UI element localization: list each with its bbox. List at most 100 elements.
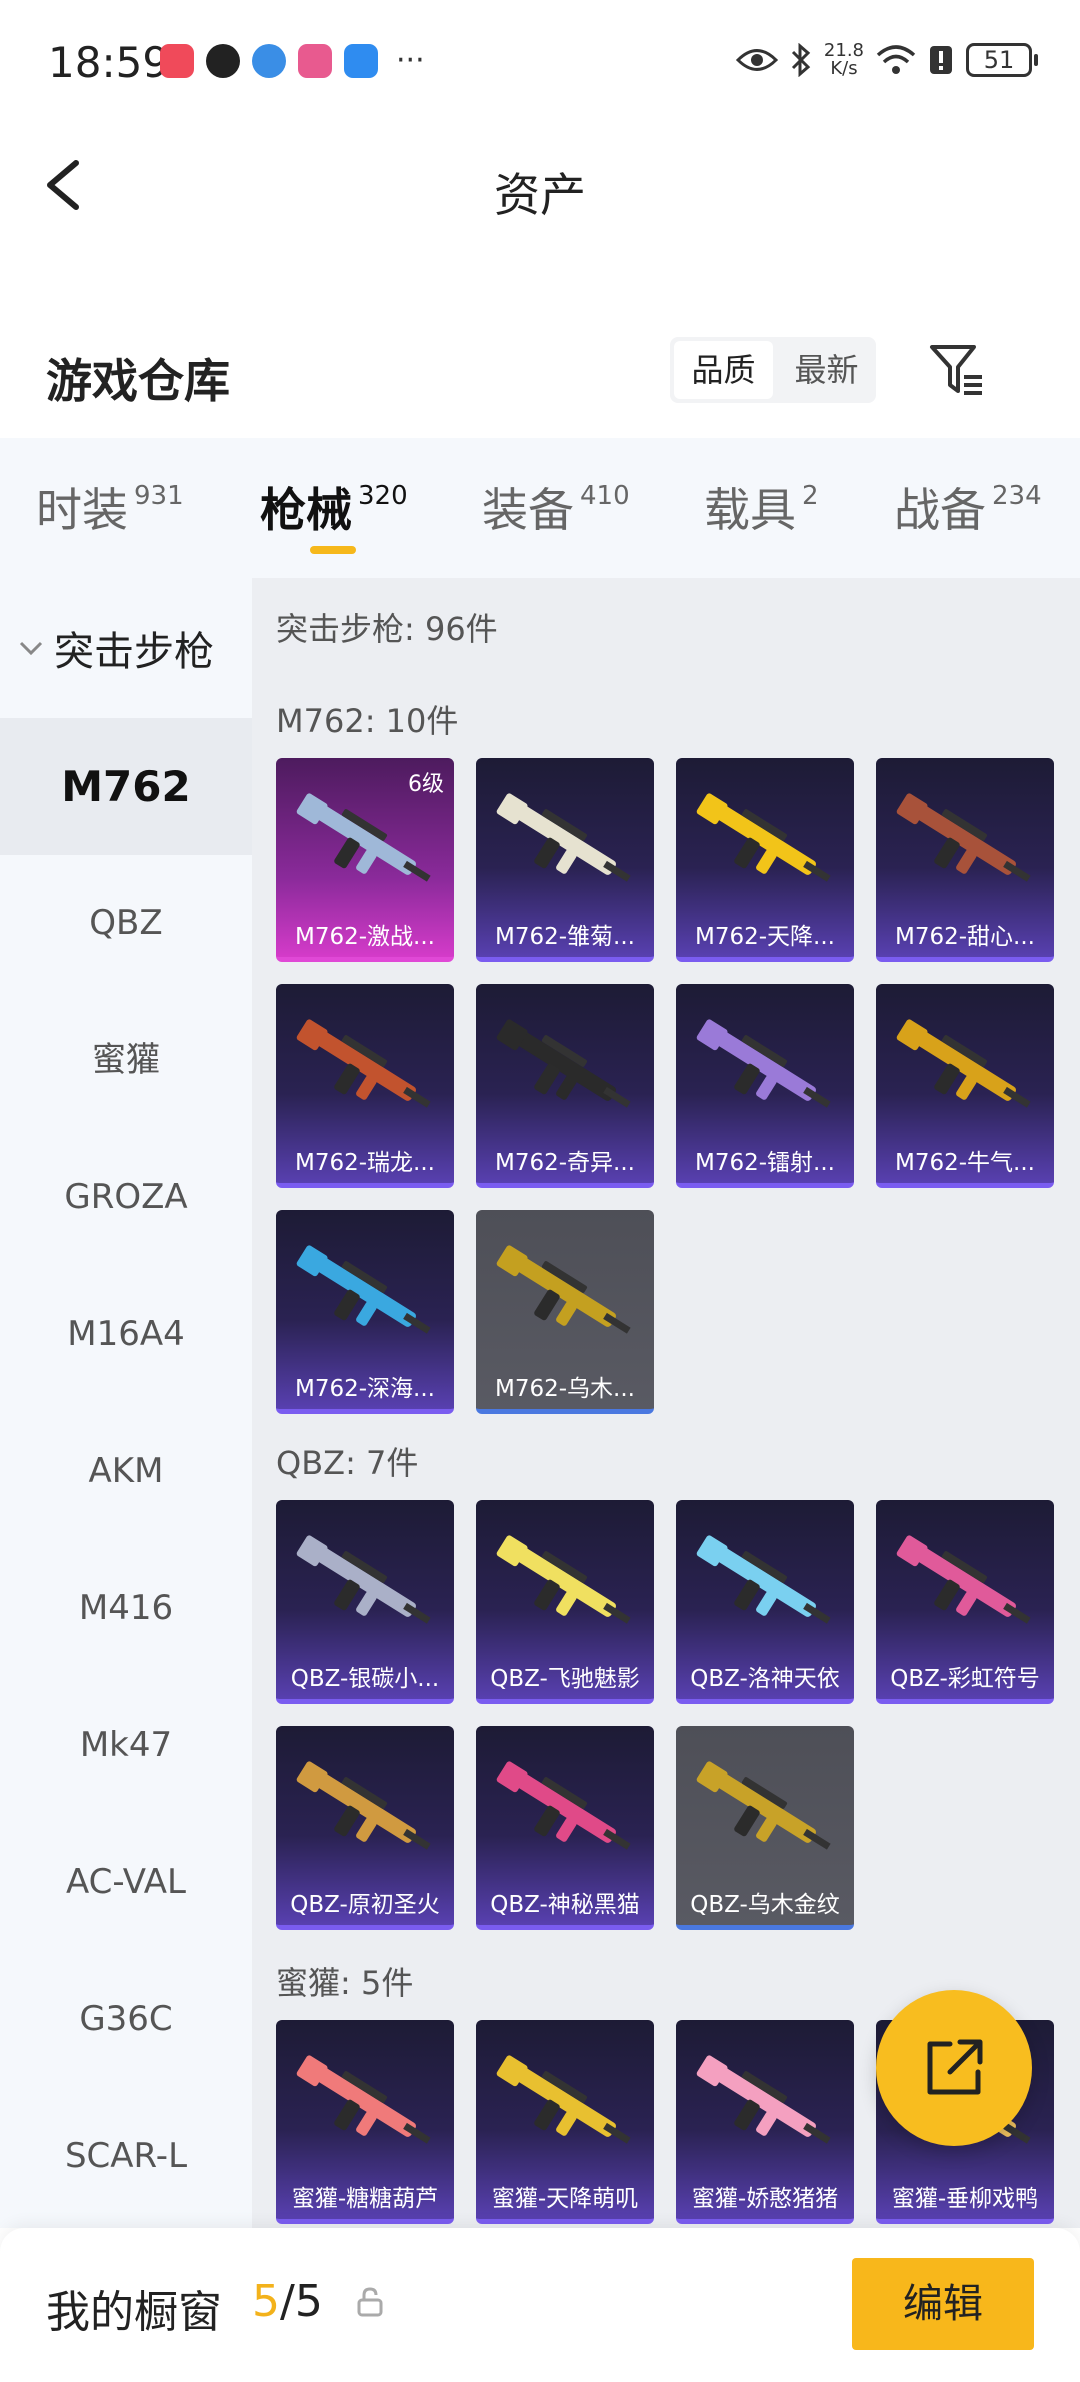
weapon-card[interactable]: QBZ-神秘黑猫: [476, 1726, 654, 1930]
qq-app-icon: [206, 44, 240, 78]
weapon-card[interactable]: M762-深海...: [276, 1210, 454, 1414]
weapon-name: M762-瑞龙...: [295, 1150, 435, 1176]
bluetooth-icon: [791, 43, 811, 77]
eye-icon: [735, 49, 778, 71]
warehouse-header: 游戏仓库 品质 最新: [0, 315, 1080, 435]
gun-skin-icon: [496, 1535, 631, 1624]
weapon-card[interactable]: M762-镭射...: [676, 984, 854, 1188]
sidebar-item-8[interactable]: AC-VAL: [0, 1814, 252, 1951]
weapon-card[interactable]: M762-乌木...: [476, 1210, 654, 1414]
share-fab[interactable]: [876, 1990, 1032, 2146]
weapon-card[interactable]: M762-瑞龙...: [276, 984, 454, 1188]
tab-outfits[interactable]: 时装 931: [36, 474, 184, 540]
gun-skin-icon: [696, 2055, 831, 2144]
showcase-label: 我的橱窗: [46, 2287, 222, 2338]
weapon-card[interactable]: M762-雏菊...: [476, 758, 654, 962]
gun-skin-icon: [296, 1019, 431, 1108]
notification-icons: ···: [160, 44, 425, 78]
gun-skin-icon: [496, 1761, 631, 1850]
tab-supplies[interactable]: 战备 234: [894, 474, 1042, 540]
sidebar-item-7[interactable]: Mk47: [0, 1677, 252, 1814]
gun-skin-icon: [696, 793, 831, 882]
sidebar-item-3[interactable]: GROZA: [0, 1129, 252, 1266]
weapon-card[interactable]: 蜜獾-糖糖葫芦: [276, 2020, 454, 2224]
weapon-card[interactable]: 6级 M762-激战...: [276, 758, 454, 962]
gun-skin-icon: [296, 2055, 431, 2144]
showcase-count: 5/5: [252, 2276, 323, 2327]
weapon-card[interactable]: QBZ-乌木金纹: [676, 1726, 854, 1930]
gun-skin-icon: [696, 1535, 831, 1624]
sort-latest-button[interactable]: 最新: [777, 337, 876, 403]
tab-equipment[interactable]: 装备 410: [482, 474, 630, 540]
alert-icon: [930, 46, 952, 74]
battery-indicator: 51: [966, 43, 1038, 77]
category-tabs: 时装 931 枪械 320 装备 410 载具 2 战备 234: [0, 438, 1080, 578]
weapon-card[interactable]: M762-奇异...: [476, 984, 654, 1188]
sidebar-item-2[interactable]: 蜜獾: [0, 992, 252, 1129]
weapon-card[interactable]: M762-甜心...: [876, 758, 1054, 962]
edit-button[interactable]: 编辑: [852, 2258, 1034, 2350]
tab-vehicles[interactable]: 载具 2: [704, 474, 819, 540]
category-assault-rifles[interactable]: 突击步枪: [0, 578, 252, 718]
weapon-card[interactable]: M762-天降...: [676, 758, 854, 962]
weapon-name: QBZ-飞驰魅影: [490, 1666, 640, 1692]
weapon-grid-area: 突击步枪: 96件 M762: 10件 6级 M762-激战... M762-雏菊..…: [252, 578, 1080, 2228]
weapon-card[interactable]: QBZ-彩虹符号: [876, 1500, 1054, 1704]
weapon-card[interactable]: M762-牛气...: [876, 984, 1054, 1188]
weapon-name: 蜜獾-娇憨猪猪: [691, 2186, 839, 2212]
weapon-name: M762-牛气...: [895, 1150, 1035, 1176]
tab-firearms[interactable]: 枪械 320: [260, 474, 408, 540]
top-app-bar: 资产: [0, 125, 1080, 250]
browser-app-icon: [252, 44, 286, 78]
weapon-name: M762-天降...: [695, 924, 835, 950]
showcase-bar: 我的橱窗 5/5 编辑: [0, 2228, 1080, 2382]
weapon-name: 蜜獾-糖糖葫芦: [291, 2186, 439, 2212]
gun-skin-icon: [896, 1019, 1031, 1108]
weapon-name: M762-奇异...: [495, 1150, 635, 1176]
gun-skin-icon: [296, 1761, 431, 1850]
weapon-name: M762-激战...: [295, 924, 435, 950]
sidebar-item-0[interactable]: M762: [0, 718, 252, 855]
status-time: 18:59: [48, 38, 170, 87]
weapon-name: M762-镭射...: [695, 1150, 835, 1176]
gun-skin-icon: [296, 1535, 431, 1624]
active-tab-indicator: [310, 546, 356, 554]
sidebar-item-9[interactable]: G36C: [0, 1951, 252, 2088]
weapon-name: QBZ-原初圣火: [290, 1892, 440, 1918]
gun-skin-icon: [896, 793, 1031, 882]
weapon-name: QBZ-神秘黑猫: [490, 1892, 640, 1918]
group-title: M762: 10件: [276, 702, 459, 740]
weapon-card[interactable]: QBZ-飞驰魅影: [476, 1500, 654, 1704]
sidebar-item-1[interactable]: QBZ: [0, 855, 252, 992]
share-icon: [927, 2039, 983, 2095]
wifi-icon: [876, 45, 916, 74]
video-app-icon: [298, 44, 332, 78]
weapon-card[interactable]: 蜜獾-天降萌叽: [476, 2020, 654, 2224]
page-title: 资产: [494, 168, 586, 222]
sidebar-item-6[interactable]: M416: [0, 1540, 252, 1677]
weapon-card[interactable]: QBZ-原初圣火: [276, 1726, 454, 1930]
shop-app-icon: [160, 44, 194, 78]
weapon-card[interactable]: QBZ-银碳小...: [276, 1500, 454, 1704]
section-title: 游戏仓库: [46, 354, 230, 408]
network-speed: 21.8 K/s: [823, 40, 864, 79]
weapon-card[interactable]: QBZ-洛神天依: [676, 1500, 854, 1704]
weapon-name: M762-甜心...: [895, 924, 1035, 950]
gun-skin-icon: [496, 793, 631, 882]
bluetooth-app-icon: [344, 44, 378, 78]
status-right: 21.8 K/s 51: [735, 40, 1038, 79]
gun-skin-icon: [896, 1535, 1031, 1624]
sidebar-item-10[interactable]: SCAR-L: [0, 2088, 252, 2225]
gun-skin-icon: [496, 2055, 631, 2144]
weapon-name: 蜜獾-垂柳戏鸭: [891, 2186, 1039, 2212]
chevron-down-icon: [19, 641, 43, 656]
more-notifications-icon: ···: [396, 43, 425, 78]
weapon-name: QBZ-乌木金纹: [690, 1892, 840, 1918]
gun-skin-icon: [296, 1245, 431, 1334]
sidebar-item-4[interactable]: M16A4: [0, 1266, 252, 1403]
sidebar-item-5[interactable]: AKM: [0, 1403, 252, 1540]
sort-quality-button[interactable]: 品质: [674, 341, 773, 399]
weapon-card[interactable]: 蜜獾-娇憨猪猪: [676, 2020, 854, 2224]
group-title: 蜜獾: 5件: [276, 1964, 414, 2002]
filter-icon[interactable]: [928, 341, 988, 401]
